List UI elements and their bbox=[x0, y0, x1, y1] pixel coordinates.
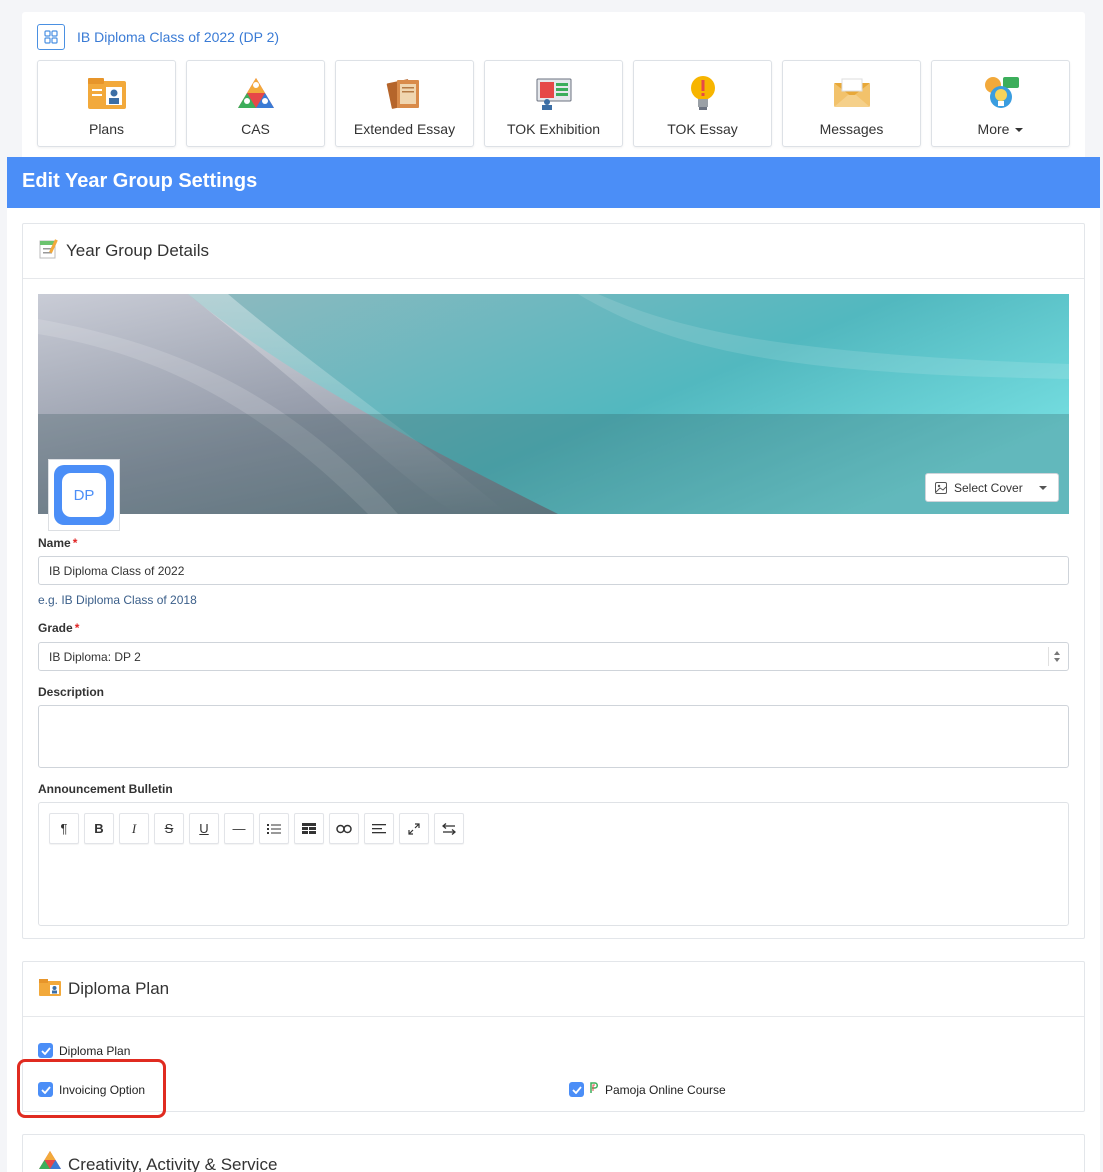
italic-button[interactable]: I bbox=[119, 813, 149, 844]
horizontal-rule-button[interactable]: — bbox=[224, 813, 254, 844]
avatar-frame: DP bbox=[54, 465, 114, 525]
tile-tok-essay[interactable]: TOK Essay bbox=[633, 60, 772, 147]
pamoja-online-course-checkbox[interactable]: Pamoja Online Course bbox=[569, 1082, 726, 1097]
books-icon bbox=[384, 74, 426, 112]
name-label: Name * bbox=[38, 536, 77, 550]
tile-cas[interactable]: CAS bbox=[186, 60, 325, 147]
strikethrough-button[interactable]: S bbox=[154, 813, 184, 844]
tile-extended-essay[interactable]: Extended Essay bbox=[335, 60, 474, 147]
swap-icon bbox=[442, 822, 456, 835]
bulletin-editor[interactable]: ¶ B I S U — bbox=[38, 802, 1069, 926]
required-marker: * bbox=[74, 621, 80, 635]
checkbox-label: Pamoja Online Course bbox=[605, 1082, 726, 1097]
avatar-text: DP bbox=[62, 473, 106, 517]
plans-icon bbox=[86, 74, 128, 112]
link-button[interactable] bbox=[329, 813, 359, 844]
underline-icon: U bbox=[199, 821, 209, 836]
envelope-icon bbox=[831, 74, 873, 112]
section-header: Creativity, Activity & Service bbox=[23, 1135, 1084, 1172]
cas-triangle-icon bbox=[235, 74, 277, 112]
name-hint: e.g. IB Diploma Class of 2018 bbox=[38, 593, 197, 607]
name-label-text: Name bbox=[38, 536, 71, 550]
page-title: Edit Year Group Settings bbox=[7, 157, 1100, 208]
bold-icon: B bbox=[94, 821, 104, 836]
link-icon bbox=[336, 824, 352, 833]
section-title: Year Group Details bbox=[66, 241, 210, 260]
select-cover-label: Select Cover bbox=[954, 480, 1023, 495]
description-label: Description bbox=[38, 685, 105, 699]
year-group-details-section: Year Group Details Select Cover DP Name … bbox=[22, 223, 1085, 939]
tile-label: Messages bbox=[819, 121, 884, 137]
horizontal-rule-icon: — bbox=[232, 821, 246, 836]
image-icon bbox=[935, 481, 947, 494]
tile-messages[interactable]: Messages bbox=[782, 60, 921, 147]
select-cover-dropdown[interactable]: Select Cover bbox=[925, 473, 1059, 502]
avatar[interactable]: DP bbox=[48, 459, 120, 531]
tile-label: TOK Essay bbox=[667, 121, 738, 137]
select-arrows-icon bbox=[1048, 647, 1064, 666]
grade-value: IB Diploma: DP 2 bbox=[49, 650, 141, 664]
diploma-plan-checkbox[interactable]: Diploma Plan bbox=[38, 1043, 130, 1058]
section-header: Diploma Plan bbox=[23, 962, 1084, 1017]
tile-label: TOK Exhibition bbox=[506, 121, 601, 137]
align-button[interactable] bbox=[364, 813, 394, 844]
expand-icon bbox=[408, 822, 420, 835]
list-button[interactable] bbox=[259, 813, 289, 844]
table-button[interactable] bbox=[294, 813, 324, 844]
dropdown-caret-icon bbox=[1039, 486, 1047, 490]
breadcrumb[interactable]: IB Diploma Class of 2022 (DP 2) bbox=[37, 24, 279, 50]
cover-image: Select Cover bbox=[38, 294, 1069, 514]
tile-label: More bbox=[978, 121, 1024, 137]
paragraph-button[interactable]: ¶ bbox=[49, 813, 79, 844]
tile-plans[interactable]: Plans bbox=[37, 60, 176, 147]
underline-button[interactable]: U bbox=[189, 813, 219, 844]
required-marker: * bbox=[72, 536, 78, 550]
highlight-annotation bbox=[17, 1059, 166, 1118]
grade-label-text: Grade bbox=[38, 621, 73, 635]
fullscreen-button[interactable] bbox=[399, 813, 429, 844]
diploma-plan-section: Diploma Plan Diploma Plan Invoicing Opti… bbox=[22, 961, 1085, 1112]
section-title: Diploma Plan bbox=[68, 979, 170, 998]
edit-panel: Edit Year Group Settings Year Group Deta… bbox=[7, 157, 1100, 1172]
pamoja-logo-icon bbox=[590, 1082, 599, 1097]
more-icon bbox=[980, 74, 1022, 112]
grade-label: Grade * bbox=[38, 621, 79, 635]
align-icon bbox=[372, 823, 386, 833]
strikethrough-icon: S bbox=[164, 821, 174, 836]
section-title: Creativity, Activity & Service bbox=[68, 1155, 278, 1172]
grid-icon bbox=[37, 24, 65, 50]
tile-more[interactable]: More bbox=[931, 60, 1070, 147]
notepad-icon bbox=[38, 238, 60, 265]
tile-label: CAS bbox=[241, 121, 270, 137]
bold-button[interactable]: B bbox=[84, 813, 114, 844]
year-group-nav: IB Diploma Class of 2022 (DP 2) Plans CA… bbox=[22, 12, 1085, 162]
tile-label: Plans bbox=[88, 121, 125, 137]
breadcrumb-title[interactable]: IB Diploma Class of 2022 (DP 2) bbox=[77, 29, 279, 45]
name-field[interactable]: IB Diploma Class of 2022 bbox=[38, 556, 1069, 585]
checkbox-checked-icon bbox=[38, 1043, 53, 1058]
caret-down-icon bbox=[1015, 128, 1024, 133]
bulletin-label: Announcement Bulletin bbox=[38, 782, 173, 796]
grade-select[interactable]: IB Diploma: DP 2 bbox=[38, 642, 1069, 671]
tile-tok-exhibition[interactable]: TOK Exhibition bbox=[484, 60, 623, 147]
checkbox-label: Diploma Plan bbox=[59, 1043, 131, 1058]
source-toggle-button[interactable] bbox=[434, 813, 464, 844]
plans-icon bbox=[38, 977, 62, 1002]
paragraph-icon: ¶ bbox=[60, 821, 68, 836]
tile-label: Extended Essay bbox=[353, 121, 456, 137]
editor-toolbar: ¶ B I S U — bbox=[49, 813, 464, 844]
section-header: Year Group Details bbox=[23, 224, 1084, 279]
exhibition-icon bbox=[533, 74, 575, 112]
table-icon bbox=[302, 822, 316, 834]
list-icon bbox=[267, 823, 281, 834]
module-tiles: Plans CAS Extended Essay TOK Exhibition … bbox=[37, 60, 1070, 147]
description-textarea[interactable] bbox=[38, 705, 1069, 768]
italic-icon: I bbox=[131, 820, 137, 836]
cas-triangle-icon bbox=[38, 1150, 62, 1172]
more-label: More bbox=[977, 121, 1010, 137]
cas-section: Creativity, Activity & Service bbox=[22, 1134, 1085, 1172]
lightbulb-icon bbox=[682, 74, 724, 112]
checkbox-checked-icon bbox=[569, 1082, 584, 1097]
